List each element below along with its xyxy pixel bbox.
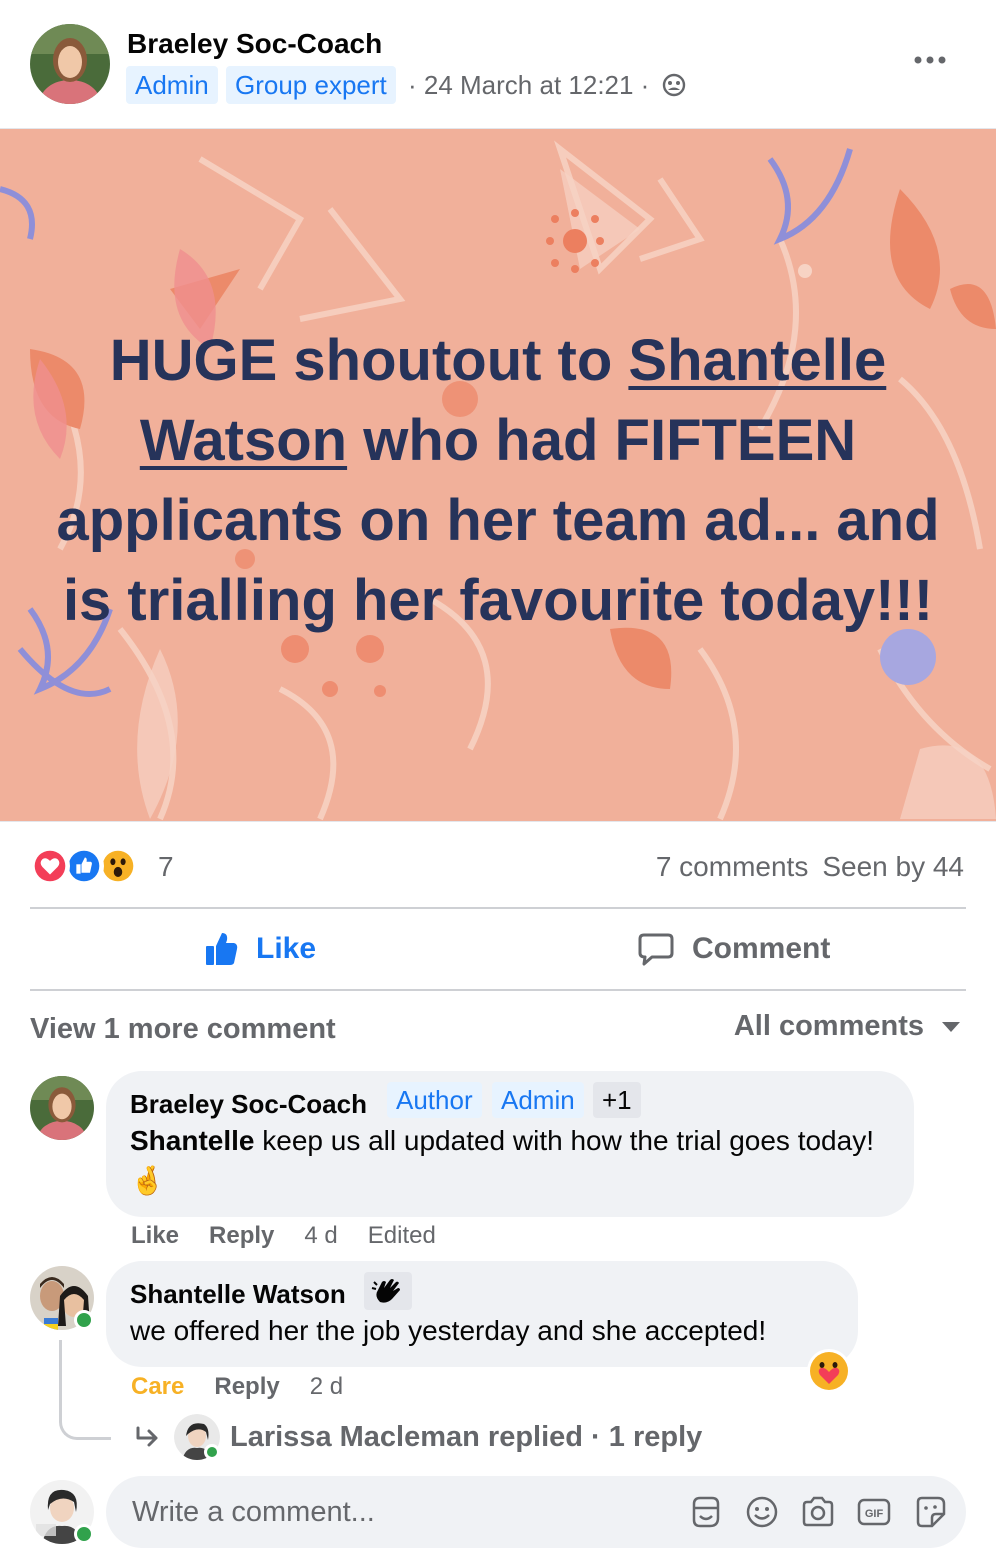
reply-summary-text: Larissa Macleman replied · 1 reply <box>230 1420 703 1453</box>
comment-button[interactable]: Comment <box>636 912 830 986</box>
divider <box>30 989 966 991</box>
comment-like-link[interactable]: Like <box>131 1222 179 1249</box>
comment-mention[interactable]: Shantelle <box>130 1125 254 1156</box>
more-badges[interactable]: +1 <box>593 1082 641 1118</box>
divider <box>30 907 966 909</box>
care-icon[interactable] <box>806 1348 852 1394</box>
author-badge[interactable]: Author <box>387 1082 482 1118</box>
comment-age[interactable]: 4 d <box>304 1222 337 1249</box>
sticker-icon[interactable] <box>912 1494 948 1530</box>
comment-author[interactable]: Shantelle Watson <box>130 1279 346 1310</box>
comment-label: Comment <box>692 932 831 965</box>
post-text-lead: HUGE shoutout to <box>109 328 629 393</box>
online-status-icon <box>74 1310 94 1330</box>
comment-actions: Like Reply 4 d Edited <box>131 1222 466 1250</box>
online-status-icon <box>74 1524 94 1544</box>
group-privacy-icon <box>662 73 686 97</box>
comment-reply-link[interactable]: Reply <box>209 1222 274 1249</box>
comment-author[interactable]: Braeley Soc-Coach <box>130 1089 367 1120</box>
like-label: Like <box>256 932 317 965</box>
view-more-comments-link[interactable]: View 1 more comment <box>30 1013 336 1046</box>
new-member-badge-icon[interactable] <box>364 1272 412 1310</box>
group-expert-badge[interactable]: Group expert <box>226 66 396 104</box>
chevron-down-icon <box>942 1021 960 1032</box>
comment-filter-label: All comments <box>733 1010 924 1042</box>
svg-text:GIF: GIF <box>865 1508 884 1520</box>
love-icon <box>30 846 70 886</box>
online-status-icon <box>204 1444 220 1460</box>
commenter-avatar[interactable] <box>30 1076 94 1140</box>
thumbs-up-icon <box>206 933 238 965</box>
admin-badge[interactable]: Admin <box>126 66 218 104</box>
admin-badge[interactable]: Admin <box>492 1082 584 1118</box>
comment-icon <box>638 933 674 966</box>
camera-icon[interactable] <box>800 1494 836 1530</box>
reaction-count[interactable]: 7 <box>158 851 174 883</box>
reply-arrow-icon <box>136 1426 158 1447</box>
avatar-sticker-icon[interactable] <box>688 1494 724 1530</box>
like-icon <box>64 846 104 886</box>
wow-icon <box>98 846 138 886</box>
post-header: Braeley Soc-Coach Admin Group expert · 2… <box>0 0 996 128</box>
post-text: HUGE shoutout to Shantelle Watson who ha… <box>40 321 956 641</box>
like-button[interactable]: Like <box>200 912 316 986</box>
replier-avatar-wrap <box>174 1414 220 1460</box>
comment-reply-link[interactable]: Reply <box>214 1373 279 1400</box>
emoji-icon[interactable] <box>744 1494 780 1530</box>
comment-bubble: Braeley Soc-Coach Author Admin +1 Shante… <box>106 1071 914 1217</box>
comment-bubble: Shantelle Watson we offered her the job … <box>106 1261 858 1367</box>
post-background-image: HUGE shoutout to Shantelle Watson who ha… <box>0 128 996 822</box>
gif-icon[interactable]: GIF <box>856 1494 892 1530</box>
comment-input[interactable]: Write a comment... <box>132 1496 375 1529</box>
comment-age[interactable]: 2 d <box>310 1373 343 1400</box>
comment-text: Shantelle keep us all updated with how t… <box>130 1121 890 1201</box>
comment-actions: Care Reply 2 d <box>131 1373 373 1401</box>
post-stats: 7 comments Seen by 44 <box>656 851 964 883</box>
comment-text: we offered her the job yesterday and she… <box>130 1315 767 1346</box>
author-name[interactable]: Braeley Soc-Coach <box>127 28 382 60</box>
seen-by-link[interactable]: Seen by 44 <box>822 851 964 882</box>
comment-filter-dropdown[interactable]: All comments <box>734 1010 960 1043</box>
comment-count-link[interactable]: 7 comments <box>656 851 809 882</box>
thread-line <box>59 1340 111 1440</box>
more-options-icon[interactable] <box>910 50 950 70</box>
post-card: Braeley Soc-Coach Admin Group expert · 2… <box>0 0 996 1554</box>
comment-composer[interactable]: Write a comment... GIF <box>106 1476 966 1548</box>
comment-edited[interactable]: Edited <box>368 1222 436 1249</box>
author-avatar[interactable] <box>30 24 110 104</box>
view-replies-link[interactable]: Larissa Macleman replied · 1 reply <box>132 1412 702 1462</box>
comment-care-link[interactable]: Care <box>131 1373 184 1400</box>
post-timestamp[interactable]: · 24 March at 12:21 · <box>408 70 649 101</box>
